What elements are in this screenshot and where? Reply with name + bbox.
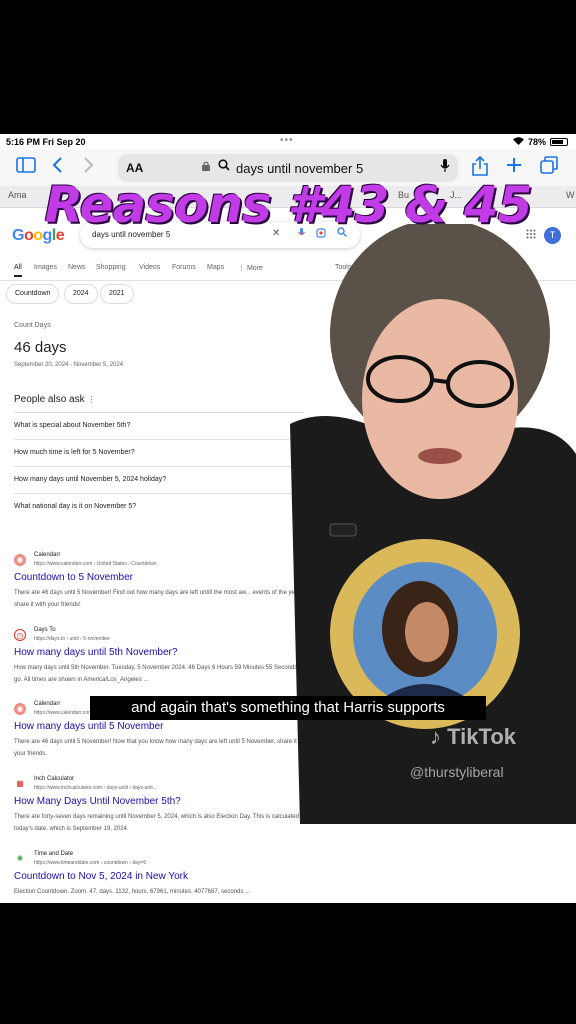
chip-countdown[interactable]: Countdown [6, 284, 60, 304]
status-time: 5:16 PM Fri Sep 20 [6, 137, 86, 147]
result-site: Calendarr [34, 552, 61, 558]
tab-news[interactable]: News [68, 264, 86, 271]
calendarr-favicon-icon: ◉ [14, 554, 26, 566]
multitask-dots[interactable]: ••• [280, 135, 294, 146]
lock-icon [202, 161, 210, 174]
result-snippet: There are forty-seven days remaining unt… [14, 814, 313, 832]
result-snippet: Election Countdown. Zoom. 47, days. 1132… [14, 889, 251, 895]
calendarr-favicon-icon: ◉ [14, 703, 26, 715]
result-site: Calendarr [34, 701, 61, 707]
people-also-ask-label: People also ask [14, 394, 85, 405]
tab-all[interactable]: All [14, 264, 22, 277]
result-url[interactable]: https://www.inchcalculator.com › days-un… [34, 785, 157, 791]
screen-frame: 5:16 PM Fri Sep 20 ••• 78% AA days until… [0, 134, 576, 903]
result-snippet: How many days until 5th November. Tuesda… [14, 665, 306, 683]
video-headline: Reasons #43 & 45 [44, 176, 533, 234]
result-title[interactable]: How Many Days Until November 5th? [14, 796, 181, 807]
paa-question[interactable]: How many days until November 5, 2024 hol… [14, 466, 304, 493]
result-url[interactable]: https://days.to › until › 5-november [34, 636, 110, 642]
tab-videos[interactable]: Videos [139, 264, 160, 271]
forward-icon[interactable] [82, 156, 94, 178]
video-caption: and again that's something that Harris s… [90, 696, 486, 720]
countdown-label: Count Days [14, 322, 51, 329]
tiktok-watermark-text: TikTok [447, 724, 516, 749]
result-site: Inch Calculator [34, 776, 75, 782]
url-text: days until november 5 [236, 161, 364, 176]
reader-button[interactable]: AA [126, 161, 143, 175]
result-snippet: There are 46 days until 5 November! Find… [14, 590, 312, 608]
microphone-icon[interactable] [440, 159, 450, 176]
result-title[interactable]: How many days until 5 November [14, 721, 164, 732]
result-title[interactable]: How many days until 5th November? [14, 647, 177, 658]
chip-2024[interactable]: 2024 [64, 284, 98, 304]
result-site: Time and Date [34, 851, 74, 857]
tab-images[interactable]: Images [34, 264, 57, 271]
tiktok-watermark: ♪ TikTok [430, 724, 516, 749]
result-url[interactable]: https://www.calendarr.com › United State… [34, 561, 157, 567]
countdown-value: 46 days [14, 339, 67, 356]
back-icon[interactable] [52, 156, 64, 178]
timeanddate-favicon-icon: ✺ [16, 854, 24, 863]
tab-shopping[interactable]: Shopping [96, 264, 126, 271]
more-options-icon[interactable]: ⋮ [87, 395, 95, 404]
new-tab-icon[interactable] [506, 156, 522, 178]
people-also-ask-title: People also ask ⋮ [14, 394, 95, 405]
battery-percent: 78% [527, 137, 546, 147]
paa-question[interactable]: What is special about November 5th? [14, 412, 304, 439]
battery-icon [550, 138, 568, 146]
paa-question[interactable]: How much time is left for 5 November? [14, 439, 304, 466]
countdown-range: September 20, 2024 - November 5, 2024 [14, 362, 124, 368]
calculator-favicon-icon: ▦ [16, 779, 24, 788]
result-url[interactable]: https://www.calendarr.com [34, 710, 92, 716]
wifi-icon [512, 137, 524, 147]
chip-2021[interactable]: 2021 [100, 284, 134, 304]
result-title[interactable]: Countdown to Nov 5, 2024 in New York [14, 871, 188, 882]
result-site: Days To [34, 627, 56, 633]
creator-handle: @thurstyliberal [410, 764, 504, 780]
search-icon [218, 159, 230, 174]
sidebar-icon[interactable] [16, 156, 36, 178]
clock-favicon-icon: ◷ [14, 629, 26, 641]
result-snippet: There are 46 days until 5 November! Now … [14, 739, 310, 757]
status-bar: 5:16 PM Fri Sep 20 ••• 78% [0, 134, 576, 150]
tab-forums[interactable]: Forums [172, 264, 196, 271]
tab-maps[interactable]: Maps [207, 264, 224, 271]
tab-more[interactable]: ⋮ More [238, 264, 263, 272]
paa-question[interactable]: What national day is it on November 5? [14, 493, 304, 520]
result-title[interactable]: Countdown to 5 November [14, 572, 133, 583]
result-url[interactable]: https://www.timeanddate.com › countdown … [34, 860, 146, 866]
